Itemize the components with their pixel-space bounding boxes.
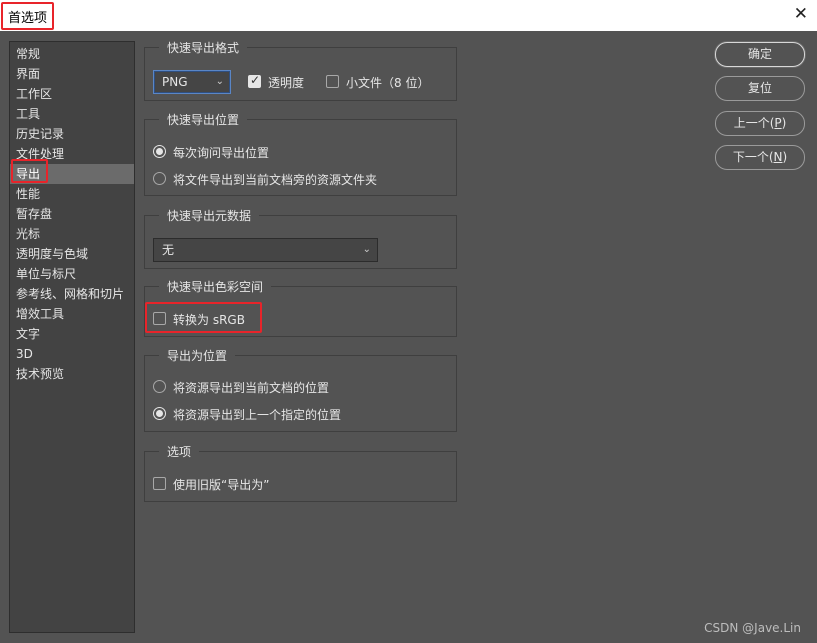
group-title: 快速导出格式	[167, 40, 240, 55]
group-header: 快速导出色彩空间	[145, 278, 456, 294]
sidebar-item[interactable]: 参考线、网格和切片	[10, 284, 134, 304]
next-button[interactable]: 下一个(N)	[715, 145, 805, 170]
group-export-as-location: 导出为位置 将资源导出到当前文档的位置 将资源导出到上一个指定的位置	[144, 349, 457, 432]
sidebar-item[interactable]: 常规	[10, 44, 134, 64]
prev-label: 上一个(	[733, 116, 775, 130]
sidebar-item[interactable]: 导出	[10, 164, 134, 184]
sidebar-nav: 常规 界面 工作区 工具 历史记录 文件处理 导出 性能 暂存盘 光标 透明度与色域 单位与标尺 参考线…	[9, 41, 135, 633]
group-title: 导出为位置	[167, 348, 228, 363]
sidebar-item[interactable]: 工具	[10, 104, 134, 124]
next-label-end: )	[782, 150, 788, 164]
sidebar-item[interactable]: 3D	[10, 344, 134, 364]
sidebar-item[interactable]: 历史记录	[10, 124, 134, 144]
ok-button[interactable]: 确定	[715, 42, 805, 67]
close-icon[interactable]: ✕	[794, 4, 808, 24]
location-ask-label: 每次询问导出位置	[173, 146, 270, 160]
sidebar-item[interactable]: 透明度与色域	[10, 244, 134, 264]
prev-shortcut: P	[774, 116, 782, 130]
group-title: 选项	[167, 444, 192, 459]
transparency-checkbox[interactable]	[248, 73, 261, 88]
legacy-export-label: 使用旧版“导出为”	[173, 478, 270, 492]
group-header: 快速导出格式	[145, 39, 456, 55]
metadata-value: 无	[162, 243, 175, 257]
title-bar: 首选项 ✕	[0, 0, 817, 31]
sidebar-list: 常规 界面 工作区 工具 历史记录 文件处理 导出 性能 暂存盘 光标 透明度与色域 单位与标尺 参考线…	[10, 42, 134, 384]
legacy-export-checkbox[interactable]	[153, 477, 166, 490]
sidebar-item[interactable]: 增效工具	[10, 304, 134, 324]
group-options: 选项 使用旧版“导出为”	[144, 445, 457, 502]
sidebar-item[interactable]: 技术预览	[10, 364, 134, 384]
sidebar-item[interactable]: 工作区	[10, 84, 134, 104]
small-file-checkbox[interactable]	[326, 75, 339, 88]
reset-button[interactable]: 复位	[715, 76, 805, 101]
prev-button[interactable]: 上一个(P)	[715, 111, 805, 136]
transparency-label: 透明度	[268, 76, 305, 90]
chevron-down-icon: ⌄	[362, 244, 371, 255]
small-file-label: 小文件（8 位）	[346, 76, 430, 90]
watermark: CSDN @Jave.Lin	[704, 621, 801, 635]
export-as-radio-last[interactable]	[153, 407, 166, 420]
export-as-last-label: 将资源导出到上一个指定的位置	[173, 408, 342, 422]
location-radio-ask[interactable]	[153, 145, 166, 158]
prev-label-end: )	[781, 116, 787, 130]
metadata-select[interactable]: 无 ⌄	[153, 238, 378, 262]
export-as-radio-current[interactable]	[153, 380, 166, 393]
sidebar-item[interactable]: 单位与标尺	[10, 264, 134, 284]
group-quick-export-format: 快速导出格式 PNG ⌄ 透明度 小文件（8 位）	[144, 41, 457, 101]
group-quick-export-metadata: 快速导出元数据 无 ⌄	[144, 209, 457, 269]
chevron-down-icon: ⌄	[215, 76, 224, 87]
next-label: 下一个(	[732, 150, 774, 164]
convert-srgb-checkbox[interactable]	[153, 312, 166, 325]
group-header: 快速导出位置	[145, 111, 456, 127]
group-quick-export-location: 快速导出位置 每次询问导出位置 将文件导出到当前文档旁的资源文件夹	[144, 113, 457, 196]
group-header: 选项	[145, 443, 456, 459]
format-select[interactable]: PNG ⌄	[153, 70, 231, 94]
sidebar-item[interactable]: 性能	[10, 184, 134, 204]
group-title: 快速导出位置	[167, 112, 240, 127]
sidebar-item[interactable]: 文件处理	[10, 144, 134, 164]
location-radio-assets[interactable]	[153, 172, 166, 185]
location-assets-label: 将文件导出到当前文档旁的资源文件夹	[173, 173, 378, 187]
group-quick-export-colorspace: 快速导出色彩空间 转换为 sRGB	[144, 280, 457, 337]
sidebar-item[interactable]: 文字	[10, 324, 134, 344]
group-header: 快速导出元数据	[145, 207, 456, 223]
sidebar-item[interactable]: 光标	[10, 224, 134, 244]
sidebar-item[interactable]: 暂存盘	[10, 204, 134, 224]
group-header: 导出为位置	[145, 347, 456, 363]
convert-srgb-label: 转换为 sRGB	[173, 313, 245, 327]
format-value: PNG	[162, 75, 188, 89]
group-title: 快速导出色彩空间	[167, 279, 264, 294]
sidebar-item[interactable]: 界面	[10, 64, 134, 84]
group-title: 快速导出元数据	[167, 208, 252, 223]
export-as-current-label: 将资源导出到当前文档的位置	[173, 381, 330, 395]
window-title: 首选项	[8, 11, 48, 26]
